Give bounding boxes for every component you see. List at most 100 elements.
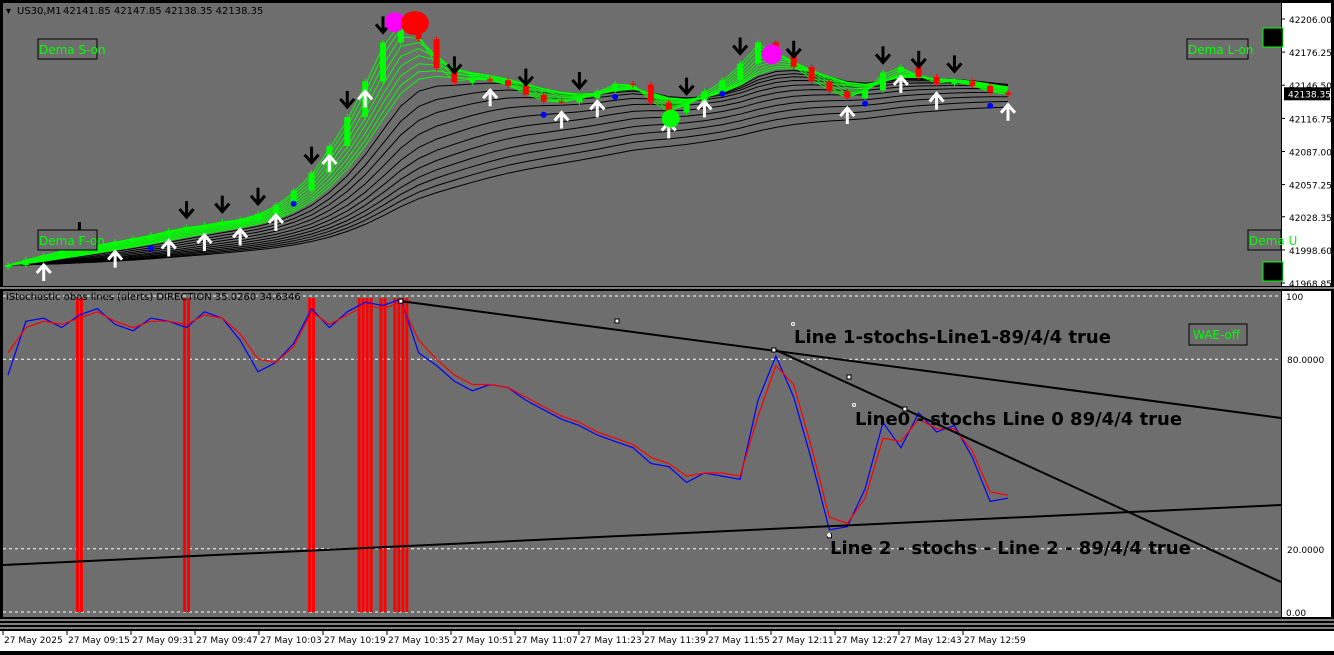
status-box-top[interactable] (1262, 27, 1284, 48)
indicator-scale-label: 80.0000 (1287, 356, 1324, 366)
trendline-anchor-icon (398, 298, 404, 304)
time-axis-label: 27 May 12:43 (900, 636, 962, 646)
histogram-bar (75, 298, 79, 612)
candle-body (505, 80, 511, 86)
histogram-bar (357, 298, 361, 612)
time-axis-label: 27 May 11:23 (580, 636, 642, 646)
time-axis-label: 27 May 2025 (4, 636, 63, 646)
candle-body (630, 83, 636, 86)
indicator-scale-bg (1282, 291, 1331, 617)
indicator-title: iStochastic obos lines (alerts) DIRECTIO… (6, 292, 301, 303)
candle-body (951, 81, 958, 84)
histogram-bar (308, 298, 312, 612)
candle-body (201, 224, 208, 228)
trendline-anchor-icon (846, 374, 852, 380)
trendline-anchor-icon (771, 347, 777, 353)
candle-body (719, 80, 726, 92)
dema-s-button[interactable]: Dema S-on (37, 38, 106, 60)
ohlc-label: 42141.85 42147.85 42138.35 42138.35 (63, 6, 263, 17)
dema-f-button[interactable]: Dema F-on (37, 229, 105, 251)
candle-body (880, 72, 886, 91)
blue-dot-icon (987, 102, 994, 109)
candle-body (147, 234, 154, 239)
candle-body (1005, 92, 1011, 95)
wae-button[interactable]: WAE-off (1188, 323, 1248, 346)
blue-dot-icon (862, 100, 869, 107)
histogram-bar (401, 298, 405, 612)
candle-body (647, 84, 654, 103)
status-box-bottom[interactable] (1262, 261, 1284, 282)
green-circle-icon (661, 109, 680, 128)
candle-body (380, 42, 386, 82)
candle-body (683, 103, 690, 113)
histogram-bar (187, 298, 191, 612)
candle-body (826, 81, 833, 92)
indicator-scale-label: 0.00 (1286, 609, 1306, 619)
candle-body (755, 42, 761, 64)
price-scale-label: 42057.25 (1289, 182, 1332, 192)
trendline-anchor-icon (614, 318, 620, 324)
blue-dot-icon (719, 90, 726, 97)
candle-body (308, 172, 315, 191)
candle-body (594, 91, 601, 99)
candle-body (612, 83, 619, 92)
candle-body (522, 85, 529, 95)
indicator-scale-label: 100 (1286, 293, 1303, 303)
line2-label: Line 2 - stochs - Line 2 - 89/4/4 true (830, 538, 1191, 559)
time-axis-label: 27 May 09:47 (196, 636, 258, 646)
candle-body (344, 116, 351, 146)
candle-body (433, 39, 440, 68)
time-axis-label: 27 May 12:27 (836, 636, 898, 646)
candle-body (969, 81, 976, 86)
candle-body (844, 91, 851, 99)
price-scale-label: 42176.25 (1289, 49, 1332, 59)
histogram-bar (405, 298, 409, 612)
dema-l-button[interactable]: Dema L-on (1186, 38, 1253, 60)
histogram-bar (79, 298, 83, 612)
indicator-scale-label: 20.0000 (1287, 546, 1324, 556)
current-price-label: 42138.35 (1288, 90, 1331, 100)
chart-svg: 42206.0042176.2542146.5042116.7542087.00… (0, 0, 1334, 651)
candle-body (40, 255, 47, 260)
price-scale-label: 42116.75 (1289, 115, 1332, 125)
time-axis-label: 27 May 09:15 (68, 636, 130, 646)
histogram-bar (183, 298, 187, 612)
price-pane[interactable] (3, 3, 1281, 286)
time-axis-label: 27 May 11:07 (516, 636, 578, 646)
symbol-label: US30,M1 (17, 6, 62, 17)
candle-body (183, 227, 190, 231)
candle-body (987, 85, 994, 93)
candle-body (540, 94, 547, 102)
blue-dot-icon (612, 93, 619, 100)
price-scale-label: 41998.60 (1289, 247, 1332, 257)
time-axis-label: 27 May 12:11 (772, 636, 834, 646)
chart-window: 42206.00 42176.25 42146.50 42116.75 42087.00… (0, 0, 1334, 651)
time-axis-label: 27 May 10:19 (324, 636, 386, 646)
red-circle-icon (400, 11, 429, 36)
price-scale-label: 42206.00 (1289, 16, 1332, 26)
candle-body (22, 259, 29, 266)
blue-dot-icon (147, 245, 154, 252)
histogram-bar (383, 298, 387, 612)
candle-body (737, 63, 744, 81)
chart-arrow-icon: ▾ (6, 6, 11, 17)
candle-body (272, 204, 279, 214)
svg-text:Dema S-on: Dema S-on (39, 43, 106, 57)
candle-body (237, 219, 244, 222)
candle-body (112, 241, 119, 245)
candle-body (808, 66, 815, 82)
candle-body (219, 221, 226, 225)
time-axis-label: 27 May 10:51 (452, 636, 514, 646)
candle-body (5, 265, 11, 268)
histogram-bar (312, 298, 316, 612)
svg-text:Dema U: Dema U (1249, 234, 1297, 248)
price-scale-label: 42028.35 (1289, 214, 1332, 224)
histogram-bar (369, 298, 373, 612)
magenta-circle-icon (761, 44, 782, 65)
candle-body (130, 238, 136, 242)
time-axis-label: 27 May 11:55 (708, 636, 770, 646)
candle-body (933, 76, 940, 84)
line0-label: Line0 - stochs Line 0 89/4/4 true (855, 409, 1182, 430)
histogram-bar (361, 298, 365, 612)
candle-body (862, 90, 869, 99)
